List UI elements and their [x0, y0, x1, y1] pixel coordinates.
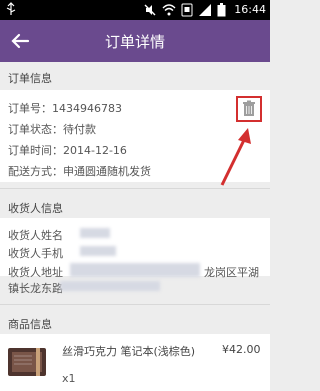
sim-icon — [181, 3, 193, 17]
redacted-name — [80, 228, 110, 238]
order-info-heading: 订单信息 — [8, 72, 52, 85]
divider — [0, 304, 270, 305]
trash-icon — [243, 100, 255, 116]
order-status: 订单状态：待付款 — [8, 123, 96, 136]
delete-order-button[interactable] — [236, 96, 262, 122]
recipient-address-line2: 镇长龙东路 — [8, 282, 63, 295]
product-price: ¥42.00 — [222, 343, 261, 356]
recipient-name-label: 收货人姓名 — [8, 229, 63, 242]
usb-icon — [6, 2, 16, 15]
recipient-address-tail: 龙岗区平湖 — [204, 266, 259, 279]
title-bar: 订单详情 — [0, 20, 270, 62]
recipient-info-heading: 收货人信息 — [8, 202, 63, 215]
wifi-icon — [162, 4, 176, 16]
recipient-phone-label: 收货人手机 — [8, 247, 63, 260]
divider — [0, 188, 270, 189]
order-number: 订单号：1434946783 — [8, 102, 122, 115]
signal-icon — [199, 4, 211, 16]
mute-icon — [144, 4, 156, 16]
delivery-method: 配送方式：申通圆通随机发货 — [8, 165, 151, 178]
redacted-phone — [80, 246, 116, 256]
order-time: 订单时间：2014-12-16 — [8, 144, 127, 157]
product-info-heading: 商品信息 — [8, 318, 52, 331]
product-name: 丝滑巧克力 笔记本(浅棕色) — [62, 345, 196, 358]
notebook-image — [8, 348, 46, 376]
status-time: 16:44 — [234, 3, 266, 16]
page-title: 订单详情 — [104, 33, 165, 51]
product-quantity: x1 — [62, 372, 76, 385]
redacted-address — [70, 263, 200, 277]
redacted-address-2 — [60, 281, 160, 291]
status-bar: 16:44 — [0, 0, 270, 20]
recipient-address-label: 收货人地址 — [8, 266, 63, 279]
battery-icon — [217, 3, 226, 17]
